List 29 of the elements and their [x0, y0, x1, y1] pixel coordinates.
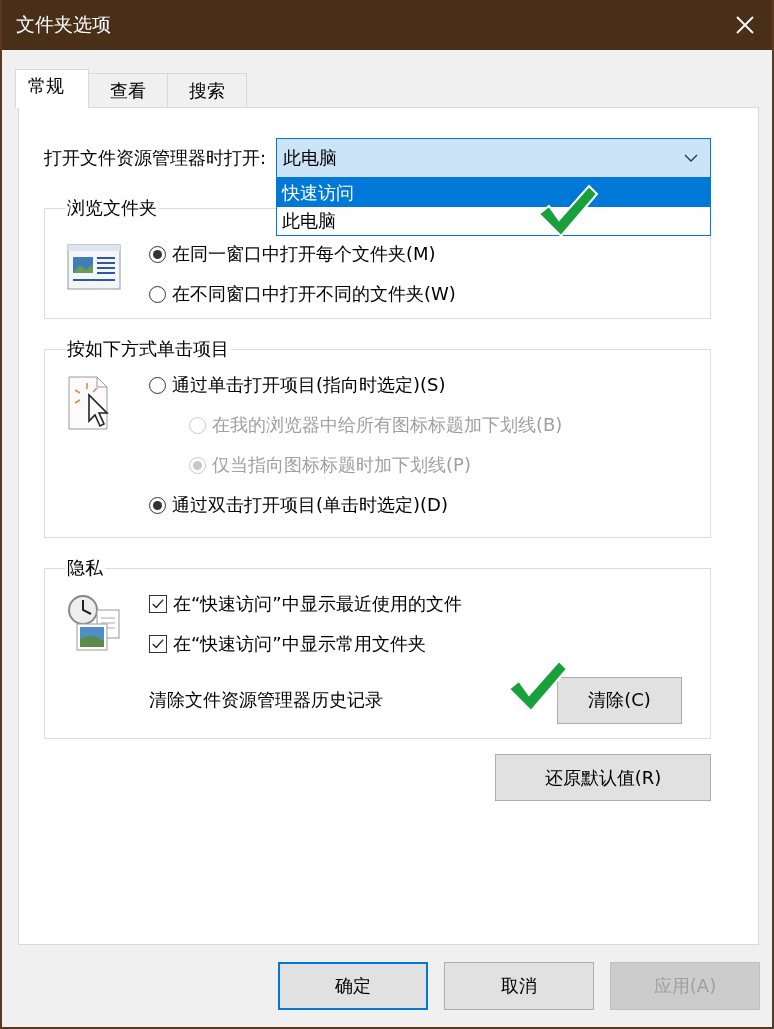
radio-label: 仅当指向图标标题时加下划线(P) — [212, 453, 471, 477]
dropdown-option[interactable]: 此电脑 — [277, 207, 710, 235]
radio-label: 通过单击打开项目(指向时选定)(S) — [172, 373, 446, 397]
checkbox[interactable] — [149, 635, 167, 653]
restore-defaults-button[interactable]: 还原默认值(R) — [495, 754, 711, 801]
checkbox-label: 在“快速访问”中显示常用文件夹 — [173, 632, 426, 656]
open-in-dropdown[interactable]: 此电脑 — [276, 138, 711, 178]
checkbox[interactable] — [149, 595, 167, 613]
checkbox-label: 在“快速访问”中显示最近使用的文件 — [173, 592, 462, 616]
dropdown-option[interactable]: 快速访问 — [277, 179, 710, 207]
window-title: 文件夹选项 — [16, 12, 111, 37]
group-title: 浏览文件夹 — [66, 196, 158, 220]
radio-label: 在同一窗口中打开每个文件夹(M) — [172, 242, 436, 266]
radio-label: 通过双击打开项目(单击时选定)(D) — [172, 493, 448, 517]
radio-label: 在不同窗口中打开不同的文件夹(W) — [172, 282, 456, 306]
tab[interactable]: 搜索 — [167, 73, 247, 107]
clear-history-label: 清除文件资源管理器历史记录 — [149, 688, 383, 712]
tab[interactable]: 常规 — [15, 69, 89, 108]
clear-button[interactable]: 清除(C) — [557, 676, 682, 724]
group-title: 隐私 — [66, 556, 104, 580]
group-title: 按如下方式单击项目 — [66, 337, 230, 361]
clock-documents-icon — [67, 594, 121, 652]
close-icon[interactable] — [736, 16, 754, 34]
dialog-button[interactable]: 确定 — [278, 962, 428, 1010]
dialog-button[interactable]: 取消 — [444, 962, 594, 1010]
window-picture-icon — [67, 244, 121, 290]
open-in-label: 打开文件资源管理器时打开: — [44, 146, 267, 170]
radio-label: 在我的浏览器中给所有图标标题加下划线(B) — [212, 413, 563, 437]
caret-icon — [684, 154, 698, 162]
